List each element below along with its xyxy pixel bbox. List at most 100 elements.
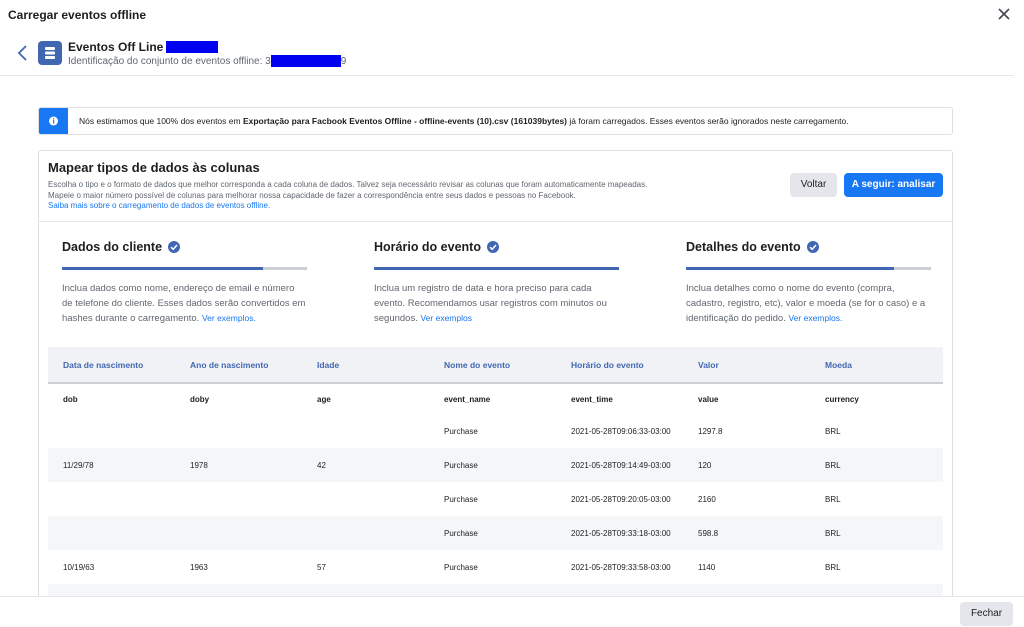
step-title: Detalhes do evento — [686, 239, 931, 255]
panel-title: Mapear tipos de dados às colunas — [48, 160, 260, 175]
step-description-text: Inclua um registro de data e hora precis… — [374, 283, 607, 324]
close-button[interactable]: Fechar — [960, 602, 1013, 626]
table-cell: 598.8 — [698, 528, 719, 538]
table-body: Purchase 2021-05-28T09:06:33-03:00 1297.8 B… — [48, 414, 943, 618]
table-cell: 2021-05-28T09:06:33-03:00 — [571, 426, 671, 436]
table-row: Purchase 2021-05-28T09:20:05-03:00 2160 BRL — [48, 482, 943, 516]
dialog-footer — [0, 596, 1024, 627]
step-description: Inclua um registro de data e hora precis… — [374, 282, 619, 327]
dataset-name: Eventos Off Line — [68, 40, 219, 54]
table-cell: BRL — [825, 460, 841, 470]
step-customer-data: Dados do cliente Inclua dados como nome,… — [62, 239, 307, 327]
table-cell: BRL — [825, 528, 841, 538]
source-column-name: age — [317, 394, 331, 404]
source-column-row: dob doby age event_name event_time value… — [48, 384, 943, 414]
step-event-details: Detalhes do evento Inclua detalhes como … — [686, 239, 931, 327]
table-cell: 2021-05-28T09:33:18-03:00 — [571, 528, 671, 538]
table-row: Purchase 2021-05-28T09:06:33-03:00 1297.8 B… — [48, 414, 943, 448]
see-examples-link[interactable]: Ver exemplos — [420, 313, 472, 323]
chevron-left-icon[interactable] — [16, 44, 30, 62]
step-description-text: Inclua dados como nome, endereço de emai… — [62, 283, 306, 324]
table-cell: Purchase — [444, 562, 478, 572]
column-header[interactable]: Ano de nascimento — [175, 360, 302, 370]
redaction-bar — [166, 41, 219, 53]
info-text-pre: Nós estimamos que 100% dos eventos em — [79, 116, 243, 126]
table-cell: 11/29/78 — [63, 460, 94, 470]
table-header: Data de nascimento Ano de nascimento Ida… — [48, 347, 943, 384]
column-header[interactable]: Moeda — [810, 360, 937, 370]
table-cell: 2021-05-28T09:14:49-03:00 — [571, 460, 671, 470]
step-progress-fill — [686, 267, 895, 270]
data-preview-table: Data de nascimento Ano de nascimento Ida… — [48, 347, 943, 618]
step-title-text: Horário do evento — [374, 240, 481, 254]
step-title: Dados do cliente — [62, 239, 307, 255]
info-text: Nós estimamos que 100% dos eventos em Ex… — [79, 116, 849, 126]
learn-more-link[interactable]: Saiba mais sobre o carregamento de dados… — [48, 201, 270, 210]
table-cell: Purchase — [444, 460, 478, 470]
redaction-bar — [270, 55, 341, 67]
table-cell: 120 — [698, 460, 712, 470]
source-column-name: event_name — [444, 394, 491, 404]
column-header[interactable]: Nome do evento — [429, 360, 556, 370]
step-title-text: Dados do cliente — [62, 240, 163, 254]
header-divider — [0, 75, 1014, 76]
table-row: Purchase 2021-05-28T09:33:18-03:00 598.8 BR… — [48, 516, 943, 550]
column-header[interactable]: Horário do evento — [556, 360, 683, 370]
column-header[interactable]: Data de nascimento — [48, 360, 175, 370]
step-progress-fill — [62, 267, 263, 270]
dialog-header: Carregar eventos offline — [0, 0, 1024, 30]
step-progress-bar — [62, 267, 307, 270]
see-examples-link[interactable]: Ver exemplos. — [202, 313, 256, 323]
step-progress-fill — [374, 267, 619, 270]
column-header[interactable]: Idade — [302, 360, 429, 370]
dataset-id: Identificação do conjunto de eventos off… — [68, 55, 346, 67]
table-cell: 10/19/63 — [63, 562, 95, 572]
step-progress-bar — [374, 267, 619, 270]
see-examples-link[interactable]: Ver exemplos. — [788, 313, 842, 323]
step-description: Inclua detalhes como o nome do evento (c… — [686, 282, 931, 327]
source-column-name: value — [698, 394, 719, 404]
step-event-time: Horário do evento Inclua um registro de … — [374, 239, 619, 327]
info-text-post: já foram carregados. Esses eventos serão… — [567, 116, 849, 126]
table-cell: 57 — [317, 562, 326, 572]
close-icon[interactable] — [995, 5, 1013, 23]
table-cell: 1140 — [698, 562, 716, 572]
table-cell: 1978 — [190, 460, 208, 470]
table-cell: 2160 — [698, 494, 716, 504]
source-column-name: event_time — [571, 394, 613, 404]
panel-divider — [39, 221, 952, 222]
step-description: Inclua dados como nome, endereço de emai… — [62, 282, 307, 327]
step-progress-bar — [686, 267, 931, 270]
check-icon — [168, 241, 181, 253]
table-cell: BRL — [825, 494, 841, 504]
table-cell: BRL — [825, 562, 841, 572]
table-cell: Purchase — [444, 426, 478, 436]
table-cell: BRL — [825, 426, 841, 436]
info-file-name: Exportação para Facbook Eventos Offline … — [242, 116, 568, 126]
source-column-name: doby — [190, 394, 210, 404]
table-cell: Purchase — [444, 528, 478, 538]
check-icon — [486, 241, 499, 253]
dataset-id-suffix: 9 — [340, 55, 347, 67]
column-header[interactable]: Valor — [683, 360, 810, 370]
table-cell: 42 — [317, 460, 326, 470]
table-cell: 1963 — [190, 562, 208, 572]
table-cell: 2021-05-28T09:33:58-03:00 — [571, 562, 671, 572]
dialog-title: Carregar eventos offline — [8, 8, 147, 22]
back-button[interactable]: Voltar — [790, 173, 837, 197]
mapping-panel: Mapear tipos de dados às colunas Escolha… — [38, 150, 953, 618]
table-row: 11/29/78 1978 42 Purchase 2021-05-28T09:14:4… — [48, 448, 943, 482]
dataset-name-text: Eventos Off Line — [68, 40, 164, 54]
info-icon — [39, 108, 68, 134]
table-cell: Purchase — [444, 494, 478, 504]
source-column-name: dob — [63, 394, 78, 404]
info-notice: Nós estimamos que 100% dos eventos em Ex… — [38, 107, 953, 135]
table-cell: 2021-05-28T09:20:05-03:00 — [571, 494, 671, 504]
check-icon — [806, 241, 819, 253]
source-column-name: currency — [825, 394, 859, 404]
table-row: 10/19/63 1963 57 Purchase 2021-05-28T09:33:5… — [48, 550, 943, 584]
dataset-id-label: Identificação do conjunto de eventos off… — [68, 55, 271, 67]
panel-description: Escolha o tipo e o formato de dados que … — [48, 180, 648, 200]
next-analyze-button[interactable]: A seguir: analisar — [844, 173, 943, 197]
step-title-text: Detalhes do evento — [686, 240, 801, 254]
